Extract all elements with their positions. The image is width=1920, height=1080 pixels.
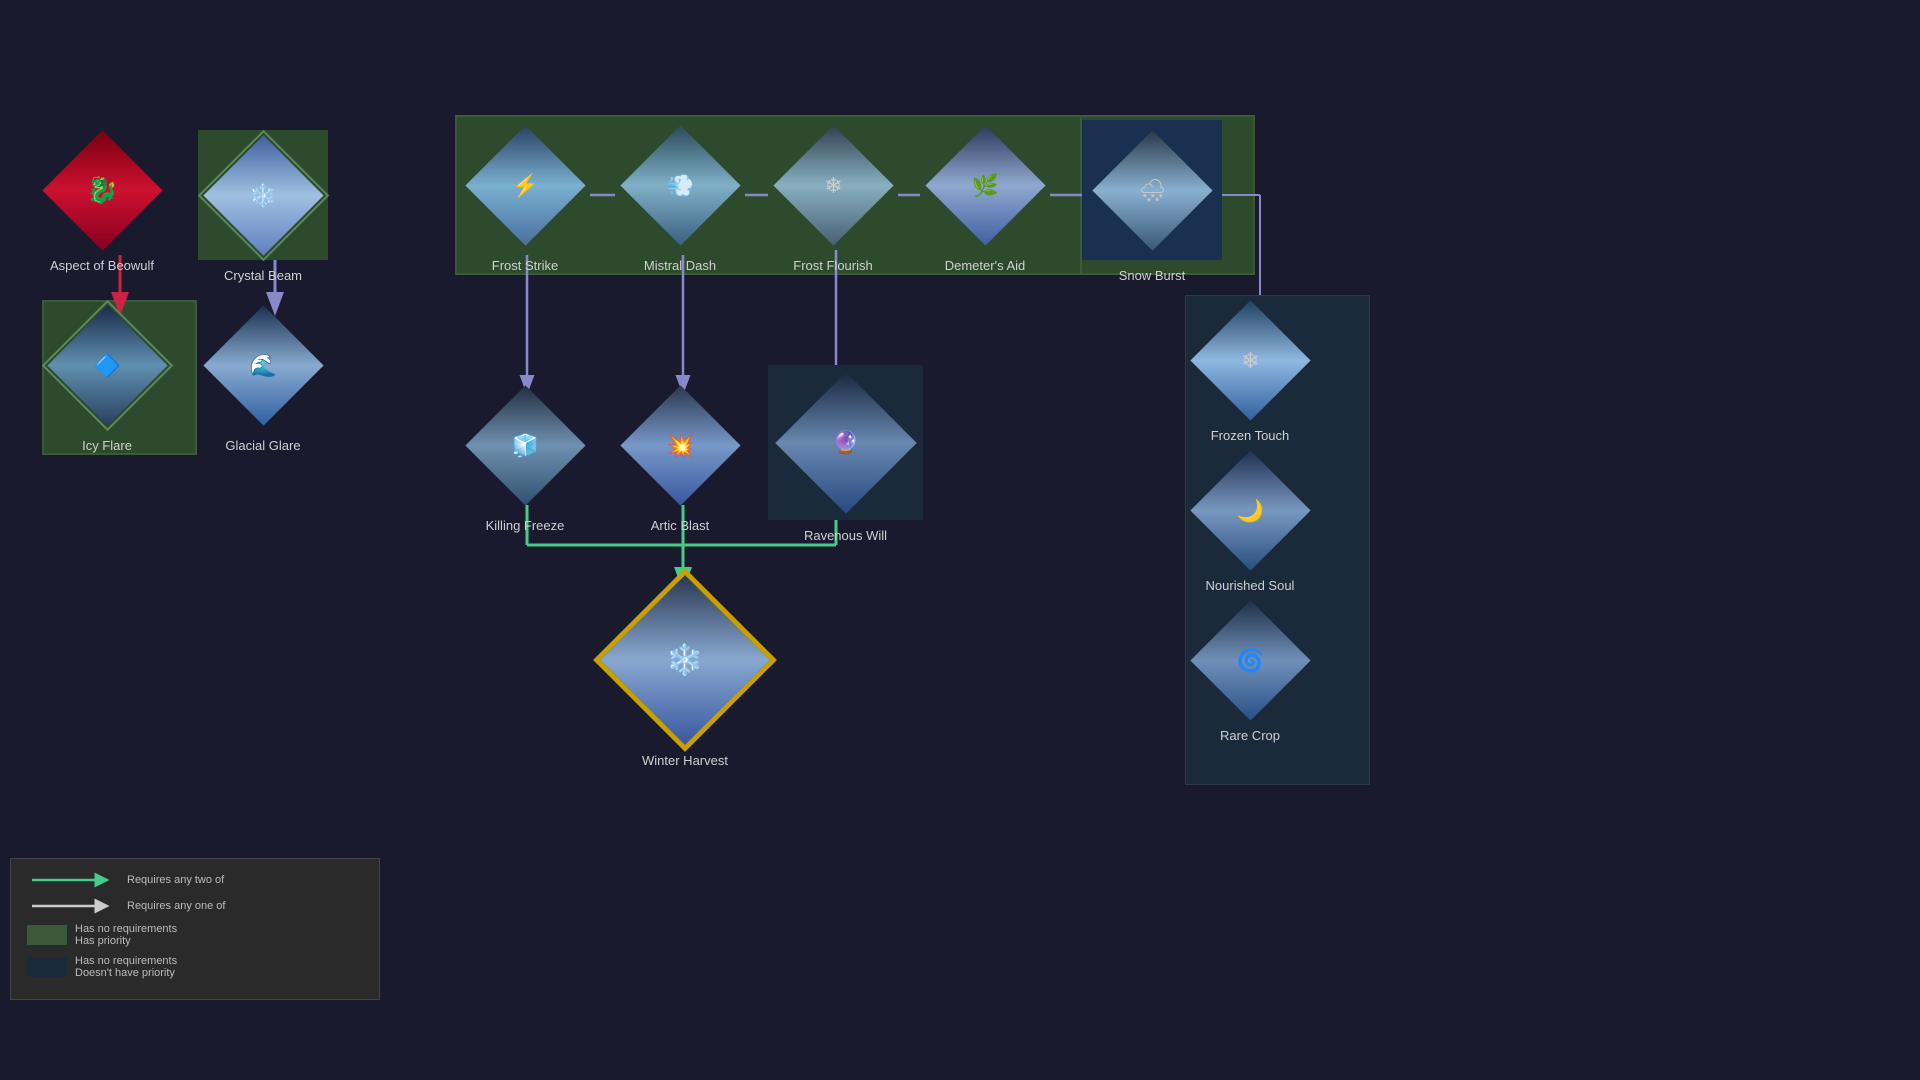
node-nourished-soul: 🌙 Nourished Soul <box>1190 450 1310 595</box>
node-rare-crop: 🌀 Rare Crop <box>1190 600 1310 745</box>
node-label-nourished-soul: Nourished Soul <box>1206 578 1295 595</box>
node-frost-strike: ⚡ Frost Strike <box>460 120 590 275</box>
node-icy-flare: 🔷 Icy Flare <box>42 300 172 455</box>
node-label-artic-blast: Artic Blast <box>651 518 710 535</box>
node-label-ravenous-will: Ravenous Will <box>804 528 887 545</box>
node-label-winter-harvest: Winter Harvest <box>642 753 728 770</box>
node-label-aspect-of-beowulf: Aspect of Beowulf <box>50 258 154 275</box>
node-label-frost-strike: Frost Strike <box>492 258 558 275</box>
node-label-icy-flare: Icy Flare <box>82 438 132 455</box>
node-aspect-of-beowulf: 🐉 Aspect of Beowulf <box>42 130 162 275</box>
node-demeters-aid: 🌿 Demeter's Aid <box>920 120 1050 275</box>
node-label-glacial-glare: Glacial Glare <box>225 438 300 455</box>
node-frost-flourish: ❄ Frost Flourish <box>768 120 898 275</box>
legend: Requires any two of Requires any one of … <box>10 858 380 1000</box>
legend-swatch-green-label: Has no requirements Has priority <box>75 923 177 947</box>
node-ravenous-will: 🔮 Ravenous Will <box>768 365 923 545</box>
node-snow-burst: 🌨 Snow Burst <box>1082 120 1222 285</box>
node-label-frost-flourish: Frost Flourish <box>793 258 872 275</box>
node-artic-blast: 💥 Artic Blast <box>615 380 745 535</box>
node-glacial-glare: 🌊 Glacial Glare <box>198 300 328 455</box>
node-winter-harvest: ❄️ Winter Harvest <box>600 575 770 770</box>
node-mistral-dash: 💨 Mistral Dash <box>615 120 745 275</box>
node-killing-freeze: 🧊 Killing Freeze <box>460 380 590 535</box>
legend-green-arrow-label: Requires any two of <box>127 874 224 886</box>
node-label-killing-freeze: Killing Freeze <box>486 518 565 535</box>
node-label-crystal-beam: Crystal Beam <box>224 268 302 285</box>
node-label-snow-burst: Snow Burst <box>1119 268 1185 285</box>
node-frozen-touch: ❄ Frozen Touch <box>1190 300 1310 445</box>
node-label-mistral-dash: Mistral Dash <box>644 258 716 275</box>
node-crystal-beam: ❄️ Crystal Beam <box>198 130 328 285</box>
legend-swatch-blue-label: Has no requirements Doesn't have priorit… <box>75 955 177 979</box>
node-label-demeters-aid: Demeter's Aid <box>945 258 1026 275</box>
node-label-rare-crop: Rare Crop <box>1220 728 1280 745</box>
legend-white-arrow-label: Requires any one of <box>127 900 225 912</box>
node-label-frozen-touch: Frozen Touch <box>1211 428 1290 445</box>
